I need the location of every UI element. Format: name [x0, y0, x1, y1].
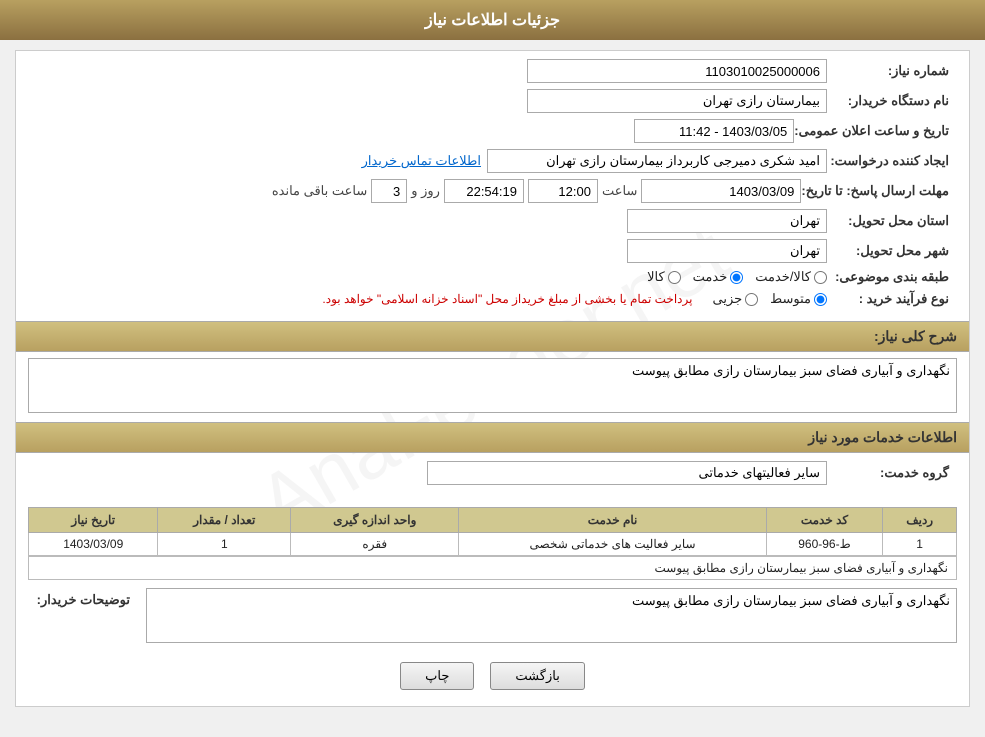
name-dastgah-input[interactable] [527, 89, 827, 113]
tabaqe-kala-radio[interactable] [668, 271, 681, 284]
col-tedad: تعداد / مقدار [158, 508, 291, 533]
mohlat-saat-label: ساعت [602, 183, 637, 199]
noe-jozei-radio[interactable] [745, 293, 758, 306]
table-row: 1 ط-96-960 سایر فعالیت های خدماتی شخصی ف… [29, 533, 957, 556]
khedmat-label: اطلاعات خدمات مورد نیاز [808, 429, 957, 445]
mohlat-roz-label: روز و [411, 183, 440, 199]
tamas-khardar-link[interactable]: اطلاعات تماس خریدار [362, 153, 481, 169]
tabaqe-kala-khedmat-label[interactable]: کالا/خدمت [755, 269, 811, 285]
noe-farayand-row: نوع فرآیند خرید : متوسط جزیی پرداخت تمام… [28, 291, 957, 307]
sharh-label: شرح کلی نیاز: [874, 328, 957, 344]
tabaqe-kala-label[interactable]: کالا [647, 269, 665, 285]
mohlat-baqi-label: ساعت باقی مانده [272, 183, 367, 199]
shomare-niaz-label: شماره نیاز: [827, 63, 957, 79]
shomare-niaz-row: شماره نیاز: [28, 59, 957, 83]
mohlat-label: مهلت ارسال پاسخ: تا تاریخ: [801, 183, 957, 199]
noe-motavaset-label[interactable]: متوسط [770, 291, 811, 307]
goroh-row: گروه خدمت: [28, 461, 957, 485]
col-tarikh: تاریخ نیاز [29, 508, 158, 533]
tabaqe-khedmat-label[interactable]: خدمت [693, 269, 728, 285]
cell-kod: ط-96-960 [766, 533, 883, 556]
tabaqe-kala-khedmat-item[interactable]: کالا/خدمت [755, 269, 827, 285]
cell-nam: سایر فعالیت های خدماتی شخصی [459, 533, 766, 556]
noe-motavaset-radio[interactable] [814, 293, 827, 306]
col-vahed: واحد اندازه گیری [291, 508, 459, 533]
shomare-niaz-input[interactable] [527, 59, 827, 83]
cell-vahed: فقره [291, 533, 459, 556]
noe-motavaset-item[interactable]: متوسط [770, 291, 827, 307]
noe-jozei-label[interactable]: جزیی [712, 291, 742, 307]
tabaqe-radio-group: کالا/خدمت خدمت کالا [647, 269, 827, 285]
goroh-input[interactable] [427, 461, 827, 485]
table-header-row: ردیف کد خدمت نام خدمت واحد اندازه گیری ت… [29, 508, 957, 533]
col-radif: ردیف [883, 508, 957, 533]
name-dastgah-label: نام دستگاه خریدار: [827, 93, 957, 109]
tarikh-input[interactable] [634, 119, 794, 143]
ostan-label: استان محل تحویل: [827, 213, 957, 229]
mohlat-saat-input[interactable] [528, 179, 598, 203]
cell-tedad: 1 [158, 533, 291, 556]
tabaqe-label: طبقه بندی موضوعی: [827, 269, 957, 285]
mohlat-date-input[interactable] [641, 179, 801, 203]
services-table: ردیف کد خدمت نام خدمت واحد اندازه گیری ت… [28, 507, 957, 556]
tozi-section: نگهداری و آبیاری فضای سبز بیمارستان رازی… [28, 588, 957, 646]
tarikh-label: تاریخ و ساعت اعلان عمومی: [794, 123, 957, 139]
ijad-konande-input[interactable] [487, 149, 827, 173]
table-section: ردیف کد خدمت نام خدمت واحد اندازه گیری ت… [28, 507, 957, 580]
tabaqe-kala-khedmat-radio[interactable] [814, 271, 827, 284]
noe-radio-group: متوسط جزیی پرداخت تمام یا بخشی از مبلغ خ… [322, 291, 827, 307]
mohlat-roz-input[interactable] [371, 179, 407, 203]
page-header: جزئیات اطلاعات نیاز [0, 0, 985, 40]
khedmat-section-title: اطلاعات خدمات مورد نیاز [16, 422, 969, 453]
sharh-textarea[interactable]: نگهداری و آبیاری فضای سبز بیمارستان رازی… [28, 358, 957, 413]
shahr-row: شهر محل تحویل: [28, 239, 957, 263]
name-dastgah-row: نام دستگاه خریدار: [28, 89, 957, 113]
cell-radif: 1 [883, 533, 957, 556]
tarikh-row: تاریخ و ساعت اعلان عمومی: [28, 119, 957, 143]
ostan-input[interactable] [627, 209, 827, 233]
shahr-input[interactable] [627, 239, 827, 263]
col-nam: نام خدمت [459, 508, 766, 533]
mohlat-baqi-input[interactable] [444, 179, 524, 203]
sharh-section-title: شرح کلی نیاز: [16, 321, 969, 352]
bazgasht-button[interactable]: بازگشت [490, 662, 584, 690]
goroh-label: گروه خدمت: [827, 465, 957, 481]
main-content: AnaFender.net شماره نیاز: نام دستگاه خری… [15, 50, 970, 707]
ijad-konande-row: ایجاد کننده درخواست: اطلاعات تماس خریدار [28, 149, 957, 173]
ostan-row: استان محل تحویل: [28, 209, 957, 233]
cell-tarikh: 1403/03/09 [29, 533, 158, 556]
tabaqe-khedmat-item[interactable]: خدمت [693, 269, 744, 285]
chap-button[interactable]: چاپ [400, 662, 474, 690]
goroh-section: گروه خدمت: [16, 453, 969, 499]
tabaqe-kala-item[interactable]: کالا [647, 269, 681, 285]
noe-warning-text: پرداخت تمام یا بخشی از مبلغ خریداز محل "… [322, 292, 692, 306]
sharh-section: نگهداری و آبیاری فضای سبز بیمارستان رازی… [28, 358, 957, 416]
mohlat-row: مهلت ارسال پاسخ: تا تاریخ: ساعت روز و سا… [28, 179, 957, 203]
page-title: جزئیات اطلاعات نیاز [425, 12, 560, 29]
tozi-textarea-wrapper: نگهداری و آبیاری فضای سبز بیمارستان رازی… [146, 588, 957, 646]
tozi-label: توضیحات خریدار: [28, 588, 138, 608]
tozi-textarea[interactable]: نگهداری و آبیاری فضای سبز بیمارستان رازی… [146, 588, 957, 643]
noe-jozei-item[interactable]: جزیی [712, 291, 758, 307]
noe-farayand-label: نوع فرآیند خرید : [827, 291, 957, 307]
col-kod: کد خدمت [766, 508, 883, 533]
shahr-label: شهر محل تحویل: [827, 243, 957, 259]
tabaqe-row: طبقه بندی موضوعی: کالا/خدمت خدمت کالا [28, 269, 957, 285]
table-description: نگهداری و آبیاری فضای سبز بیمارستان رازی… [28, 556, 957, 580]
form-section: شماره نیاز: نام دستگاه خریدار: تاریخ و س… [16, 51, 969, 321]
ijad-konande-label: ایجاد کننده درخواست: [827, 153, 957, 169]
tabaqe-khedmat-radio[interactable] [730, 271, 743, 284]
button-row: بازگشت چاپ [16, 662, 969, 706]
